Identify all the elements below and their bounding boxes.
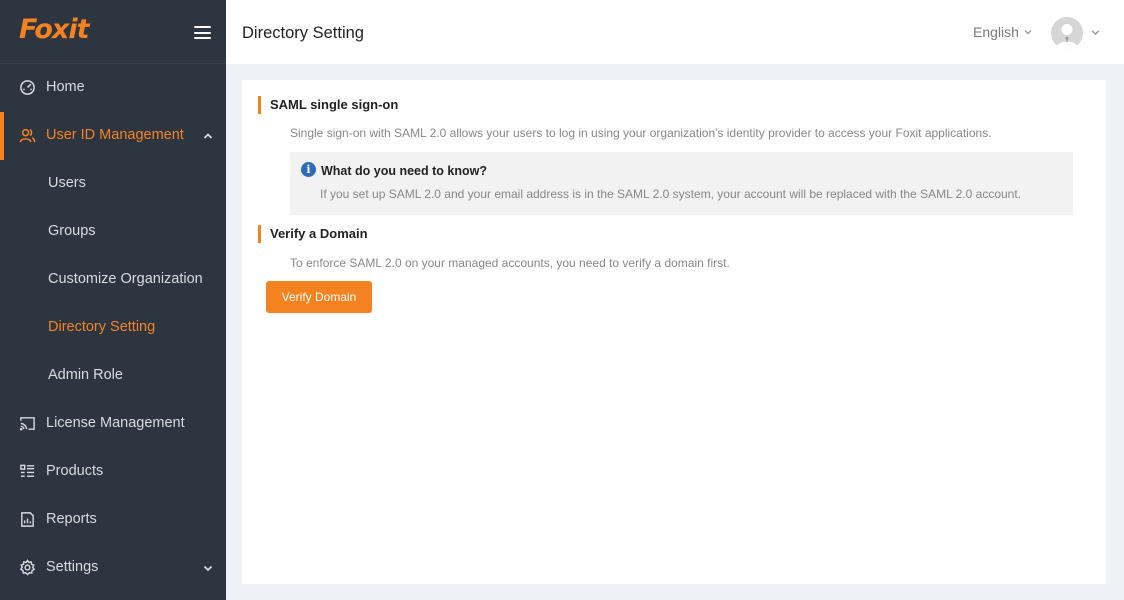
sidebar-item-label: Products (46, 463, 104, 479)
sidebar-item-user-id-management[interactable]: User ID Management (0, 112, 226, 160)
sidebar-item-label: Admin Role (48, 367, 123, 383)
language-selector[interactable]: English (973, 24, 1033, 40)
menu-toggle-icon[interactable] (194, 26, 211, 39)
users-icon (19, 128, 36, 143)
sidebar-subitem-users[interactable]: Users (0, 160, 226, 208)
sidebar-subitem-admin-role[interactable]: Admin Role (0, 352, 226, 400)
sidebar-item-label: Reports (46, 511, 97, 527)
info-box: i What do you need to know? If you set u… (290, 152, 1073, 215)
sidebar-item-label: Users (48, 175, 86, 191)
sidebar-item-products[interactable]: Products (0, 448, 226, 496)
user-avatar-icon (1056, 24, 1078, 49)
sidebar-item-license-management[interactable]: License Management (0, 400, 226, 448)
info-title: What do you need to know? (321, 164, 487, 178)
info-text: If you set up SAML 2.0 and your email ad… (320, 187, 1022, 201)
dashboard-icon (20, 80, 35, 95)
account-chevron-down-icon[interactable] (1090, 27, 1101, 38)
verify-domain-button[interactable]: Verify Domain (266, 281, 372, 313)
language-label: English (973, 24, 1019, 40)
saml-description: Single sign-on with SAML 2.0 allows your… (290, 126, 992, 140)
cast-icon (19, 417, 35, 431)
sidebar-item-home[interactable]: Home (0, 64, 226, 112)
verify-domain-description: To enforce SAML 2.0 on your managed acco… (290, 256, 730, 270)
top-header: Directory Setting English (226, 0, 1124, 64)
sidebar-header: Foxit (0, 0, 226, 64)
sidebar-item-label: Customize Organization (48, 271, 203, 287)
sidebar-item-reports[interactable]: Reports (0, 496, 226, 544)
report-icon (21, 512, 34, 527)
sidebar: Foxit Home User ID Management Users Grou… (0, 0, 226, 600)
sidebar-subitem-customize-organization[interactable]: Customize Organization (0, 256, 226, 304)
sidebar-item-label: Settings (46, 559, 99, 575)
chevron-down-icon (203, 565, 213, 572)
chevron-up-icon (203, 133, 213, 139)
sidebar-item-label: Home (46, 79, 85, 95)
sidebar-nav: Home User ID Management Users Groups Cus… (0, 64, 226, 592)
sidebar-subitem-directory-setting[interactable]: Directory Setting (0, 304, 226, 352)
sidebar-item-label: Directory Setting (48, 319, 156, 335)
saml-section-title: SAML single sign-on (258, 96, 398, 114)
sidebar-item-label: Groups (48, 223, 96, 239)
list-icon (20, 464, 35, 477)
page-title: Directory Setting (242, 24, 364, 42)
info-icon: i (301, 162, 316, 177)
chevron-down-icon (1024, 30, 1032, 35)
sidebar-subitem-groups[interactable]: Groups (0, 208, 226, 256)
sidebar-item-settings[interactable]: Settings (0, 544, 226, 592)
foxit-logo[interactable]: Foxit (19, 14, 89, 45)
sidebar-item-label: User ID Management (46, 127, 184, 143)
avatar[interactable] (1051, 17, 1083, 49)
content-card: SAML single sign-on Single sign-on with … (242, 80, 1106, 584)
sidebar-item-label: License Management (46, 415, 185, 431)
gear-icon (19, 559, 36, 576)
verify-domain-section-title: Verify a Domain (258, 225, 368, 243)
